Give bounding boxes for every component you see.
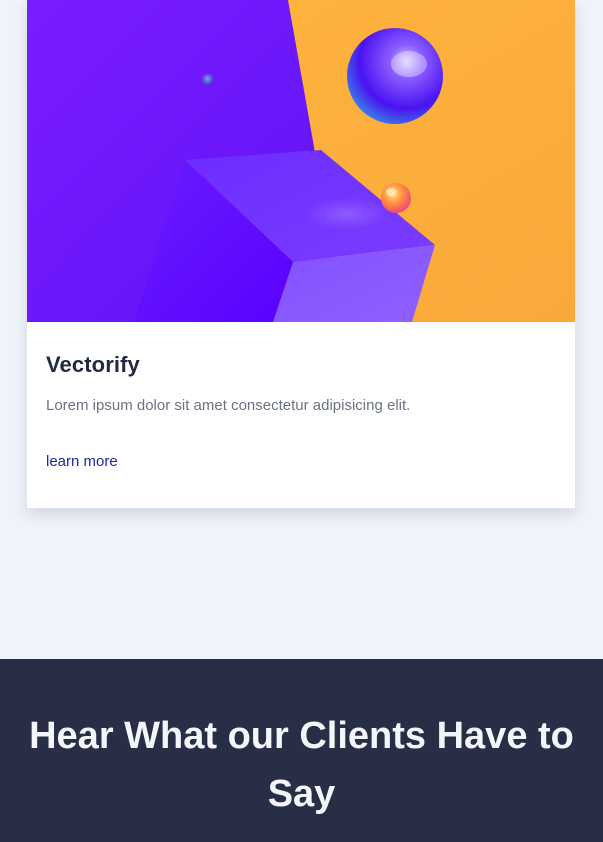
testimonials-heading: Hear What our Clients Have to Say <box>29 715 574 815</box>
testimonials-section: Hear What our Clients Have to Say <box>0 659 603 842</box>
card-body: Vectorify Lorem ipsum dolor sit amet con… <box>27 322 575 508</box>
portfolio-card: Vectorify Lorem ipsum dolor sit amet con… <box>27 0 575 508</box>
card-image <box>27 0 575 322</box>
card-description: Lorem ipsum dolor sit amet consectetur a… <box>46 397 411 414</box>
learn-more-link[interactable]: learn more <box>46 453 118 470</box>
card-title: Vectorify <box>46 352 140 377</box>
page: Vectorify Lorem ipsum dolor sit amet con… <box>0 0 603 842</box>
